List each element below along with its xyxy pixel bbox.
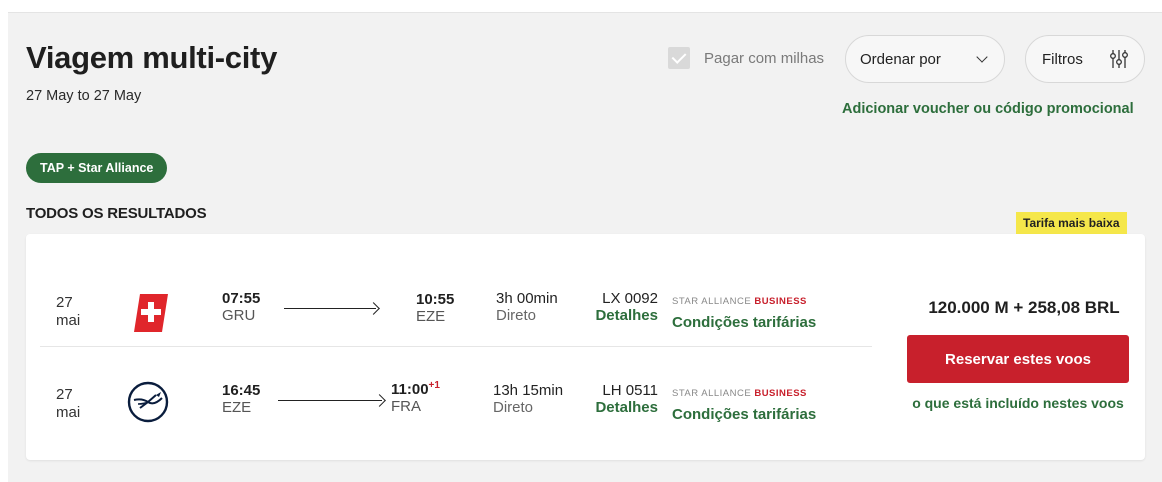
chevron-down-icon (976, 51, 988, 63)
details-link[interactable]: Detalhes (592, 307, 658, 324)
flight-number: LH 0511 (602, 382, 658, 399)
details-link[interactable]: Detalhes (592, 399, 658, 416)
stops-label: Direto (496, 307, 537, 324)
pay-with-miles-toggle[interactable]: Pagar com milhas (668, 47, 824, 69)
arrival-airport: FRA (391, 398, 421, 415)
trip-dates: 27 May to 27 May (26, 88, 142, 104)
arrow-right-icon (367, 302, 380, 315)
segment-day: 27 (56, 294, 73, 311)
duration-value: 3h 00min (496, 290, 558, 307)
segment-day: 27 (56, 386, 73, 403)
filters-label: Filtros (1042, 50, 1083, 68)
flight-number: LX 0092 (602, 290, 658, 307)
arrival: 10:55 EZE (416, 290, 454, 325)
cabin-class: STAR ALLIANCE BUSINESS (672, 388, 807, 399)
total-price: 120.000 M + 258,08 BRL (928, 298, 1120, 317)
fare-info: STAR ALLIANCE BUSINESS Condições tarifár… (672, 294, 816, 331)
lufthansa-logo-icon (127, 381, 169, 423)
departure-airport: EZE (222, 399, 252, 416)
fare-info: STAR ALLIANCE BUSINESS Condições tarifár… (672, 386, 816, 423)
alliance-filter-pill[interactable]: TAP + Star Alliance (26, 153, 168, 183)
duration: 13h 15min Direto (493, 382, 563, 416)
book-flights-button[interactable]: Reservar estes voos (907, 335, 1129, 383)
results-heading: TODOS OS RESULTADOS (26, 205, 207, 222)
cabin-class: STAR ALLIANCE BUSINESS (672, 296, 807, 307)
route-arrow-line (278, 400, 382, 401)
page-title: Viagem multi-city (26, 40, 278, 75)
departure-time: 16:45 (222, 382, 261, 399)
fare-conditions-link[interactable]: Condições tarifárias (672, 314, 816, 331)
departure: 16:45 EZE (222, 382, 260, 416)
arrival-time: 10:55 (416, 291, 455, 308)
segment-date: 27 mai (56, 294, 80, 330)
pay-with-miles-label: Pagar com milhas (704, 49, 825, 67)
fare-conditions-link[interactable]: Condições tarifárias (672, 406, 816, 423)
sliders-icon (1110, 50, 1128, 68)
lowest-fare-badge: Tarifa mais baixa (1016, 212, 1127, 234)
segment-divider (40, 346, 872, 347)
stops-label: Direto (493, 399, 534, 416)
duration: 3h 00min Direto (496, 290, 558, 324)
swiss-logo-icon (134, 294, 168, 332)
segment-month: mai (56, 404, 81, 421)
pay-with-miles-checkbox[interactable] (668, 47, 690, 69)
departure-time: 07:55 (222, 290, 261, 307)
flight-info: LH 0511 Detalhes (592, 382, 658, 416)
arrival-airport: EZE (416, 308, 446, 325)
flight-segment: 27 mai 16:45 EZE 11:00+1 FRA 13h 15min D… (26, 372, 886, 452)
arrival: 11:00+1 FRA (391, 380, 440, 415)
arrival-time: 11:00+1 (391, 380, 440, 398)
flight-result-card: 27 mai 07:55 GRU 10:55 EZE 3h 00min Dire… (26, 234, 1145, 460)
segment-date: 27 mai (56, 386, 80, 422)
sort-dropdown[interactable]: Ordenar por (845, 35, 1005, 83)
sort-label: Ordenar por (860, 50, 941, 68)
arrow-right-icon (373, 394, 386, 407)
whats-included-link[interactable]: o que está incluído nestes voos (902, 395, 1134, 411)
duration-value: 13h 15min (493, 382, 564, 399)
flight-segment: 27 mai 07:55 GRU 10:55 EZE 3h 00min Dire… (26, 280, 886, 360)
filters-button[interactable]: Filtros (1025, 35, 1145, 83)
departure: 07:55 GRU (222, 290, 260, 324)
segment-month: mai (56, 312, 81, 329)
flight-info: LX 0092 Detalhes (592, 290, 658, 324)
route-arrow-line (284, 308, 376, 309)
add-voucher-link[interactable]: Adicionar voucher ou código promocional (842, 101, 1134, 117)
departure-airport: GRU (222, 307, 256, 324)
